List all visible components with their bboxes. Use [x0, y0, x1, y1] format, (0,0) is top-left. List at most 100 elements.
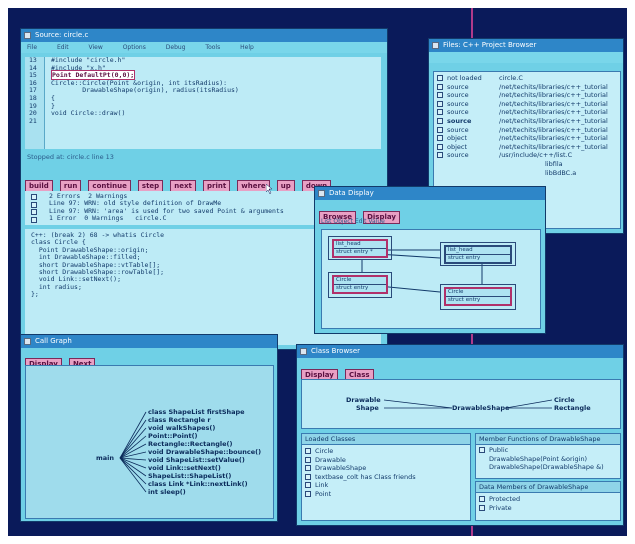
call-node[interactable]: void DrawableShape::bounce() — [148, 448, 261, 456]
call-node[interactable]: class ShapeList firstShape — [148, 408, 245, 416]
data-object-circle[interactable]: Circle struct entry — [332, 275, 388, 294]
file-row[interactable]: object/net/techits/libraries/c++_tutoria… — [437, 143, 620, 152]
file-row[interactable]: source/net/techits/libraries/c++_tutoria… — [437, 100, 620, 109]
class-node-shape[interactable]: Shape — [356, 404, 379, 412]
file-row[interactable]: source/net/techits/libraries/c++_tutoria… — [437, 91, 620, 100]
file-row[interactable]: libBdBC.a — [437, 169, 620, 178]
file-checkbox[interactable] — [437, 109, 443, 116]
call-node[interactable]: void ShapeList::setValue() — [148, 456, 245, 464]
file-path: /net/techits/libraries/c++_tutorial — [499, 82, 608, 91]
call-graph-window[interactable]: Call Graph Display Next main class Shape… — [20, 334, 278, 522]
class-browser-window[interactable]: Class Browser Display Class Drawable Sha… — [296, 344, 624, 526]
file-checkbox[interactable] — [437, 126, 443, 133]
message-checkbox[interactable] — [31, 217, 37, 223]
class-node-rectangle[interactable]: Rectangle — [554, 404, 591, 412]
file-browser-titlebar[interactable]: Files: C++ Project Browser — [429, 39, 623, 52]
data-graph-canvas[interactable]: list_head struct entry * list_head struc… — [321, 229, 541, 329]
file-checkbox[interactable] — [437, 152, 443, 159]
call-node[interactable]: Point::Point() — [148, 432, 198, 440]
class-checkbox[interactable] — [305, 482, 311, 489]
window-menu-icon[interactable] — [300, 348, 307, 355]
file-checkbox[interactable] — [437, 92, 443, 99]
class-checkbox[interactable] — [305, 490, 311, 497]
class-node-drawableshape[interactable]: DrawableShape — [452, 404, 509, 412]
class-list-item[interactable]: DrawableShape — [305, 464, 470, 473]
source-window-menubar[interactable]: File Edit View Options Debug Tools Help — [21, 42, 387, 53]
call-graph-canvas[interactable]: main class ShapeList firstShape class Re… — [25, 365, 274, 519]
file-row[interactable]: not loaded circle.C — [437, 74, 620, 83]
class-checkbox[interactable] — [305, 448, 311, 454]
window-menu-icon[interactable] — [24, 338, 31, 345]
window-menu-icon[interactable] — [318, 190, 325, 197]
menu-debug[interactable]: Debug — [166, 44, 186, 51]
data-member-item[interactable]: Private — [479, 504, 620, 513]
menu-file[interactable]: File — [27, 44, 37, 51]
call-node[interactable]: void Link::setNext() — [148, 464, 221, 472]
data-members-pane[interactable]: Data Members of DrawableShape Protected … — [475, 481, 621, 521]
class-node-drawable[interactable]: Drawable — [346, 396, 381, 404]
message-checkbox[interactable] — [31, 209, 37, 215]
file-row[interactable]: source/usr/include/c++/list.C — [437, 151, 620, 160]
class-checkbox[interactable] — [305, 473, 311, 480]
class-list-item[interactable]: textbase_colt has Class friends — [305, 473, 470, 482]
class-browser-titlebar[interactable]: Class Browser — [297, 345, 623, 358]
call-node[interactable]: Rectangle::Rectangle() — [148, 440, 233, 448]
class-list-item[interactable]: Link — [305, 481, 470, 490]
call-graph-titlebar[interactable]: Call Graph — [21, 335, 277, 348]
member-item[interactable]: DrawableShape(Point &origin) — [479, 455, 620, 464]
class-checkbox[interactable] — [305, 456, 311, 463]
file-row[interactable]: object/net/techits/libraries/c++_tutoria… — [437, 134, 620, 143]
data-member-item[interactable]: Protected — [479, 495, 620, 504]
window-menu-icon[interactable] — [24, 32, 31, 39]
message-checkbox[interactable] — [31, 194, 37, 200]
call-node[interactable]: void walkShapes() — [148, 424, 215, 432]
desktop: Source: circle.c File Edit View Options … — [8, 8, 627, 536]
member-item[interactable]: DrawableShape(DrawableShape &) — [479, 463, 620, 472]
file-row[interactable]: source/net/techits/libraries/c++_tutoria… — [437, 108, 620, 117]
member-checkbox[interactable] — [479, 447, 485, 453]
menu-options[interactable]: Options — [123, 44, 146, 51]
file-checkbox[interactable] — [437, 75, 443, 81]
data-object-circle[interactable]: Circle struct entry — [444, 287, 512, 306]
class-list-item[interactable]: Point — [305, 490, 470, 499]
class-node-circle[interactable]: Circle — [554, 396, 575, 404]
file-checkbox[interactable] — [437, 83, 443, 90]
class-checkbox[interactable] — [305, 465, 311, 472]
call-node[interactable]: int sleep() — [148, 488, 186, 496]
menu-help[interactable]: Help — [240, 44, 254, 51]
data-member-checkbox[interactable] — [479, 504, 485, 511]
file-checkbox[interactable] — [437, 117, 443, 124]
file-checkbox[interactable] — [437, 135, 443, 142]
data-display-window[interactable]: Data Display Browse Display List Object … — [314, 186, 546, 334]
file-checkbox[interactable] — [437, 100, 443, 107]
data-object-list-entry[interactable]: list_head struct entry — [444, 245, 512, 264]
file-row[interactable]: libfila — [437, 160, 620, 169]
loaded-classes-pane[interactable]: Loaded Classes Circle Drawable DrawableS… — [301, 433, 471, 521]
member-functions-pane[interactable]: Member Functions of DrawableShape Public… — [475, 433, 621, 479]
menu-view[interactable]: View — [89, 44, 103, 51]
source-code[interactable]: #include "circle.h" #include "x.h" Point… — [51, 56, 239, 118]
file-row[interactable]: source/net/techits/libraries/c++_tutoria… — [437, 117, 620, 126]
call-node[interactable]: class Rectangle r — [148, 416, 211, 424]
message-checkbox[interactable] — [31, 202, 37, 208]
class-list-item[interactable]: Drawable — [305, 456, 470, 465]
window-menu-icon[interactable] — [432, 42, 439, 49]
file-checkbox[interactable] — [437, 143, 443, 150]
class-list-item[interactable]: Circle — [305, 447, 470, 456]
call-node[interactable]: class Link *Link::nextLink() — [148, 480, 248, 488]
source-editor[interactable]: 13 14 15 16 17 18 19 20 21 #include "cir… — [25, 56, 381, 149]
call-node-main[interactable]: main — [96, 454, 114, 462]
menu-edit[interactable]: Edit — [57, 44, 69, 51]
file-status: source — [447, 108, 469, 117]
data-member-checkbox[interactable] — [479, 496, 485, 502]
class-hierarchy-graph[interactable]: Drawable Shape DrawableShape Circle Rect… — [301, 379, 621, 429]
file-row[interactable]: source/net/techits/libraries/c++_tutoria… — [437, 83, 620, 92]
data-display-titlebar[interactable]: Data Display — [315, 187, 545, 200]
data-object-list-head[interactable]: list_head struct entry * — [332, 239, 388, 258]
call-node[interactable]: ShapeList::ShapeList() — [148, 472, 231, 480]
menu-tools[interactable]: Tools — [205, 44, 220, 51]
file-row[interactable]: source/net/techits/libraries/c++_tutoria… — [437, 126, 620, 135]
source-window-titlebar[interactable]: Source: circle.c — [21, 29, 387, 42]
data-field: list_head — [446, 247, 510, 255]
member-item[interactable]: Public — [479, 446, 620, 455]
